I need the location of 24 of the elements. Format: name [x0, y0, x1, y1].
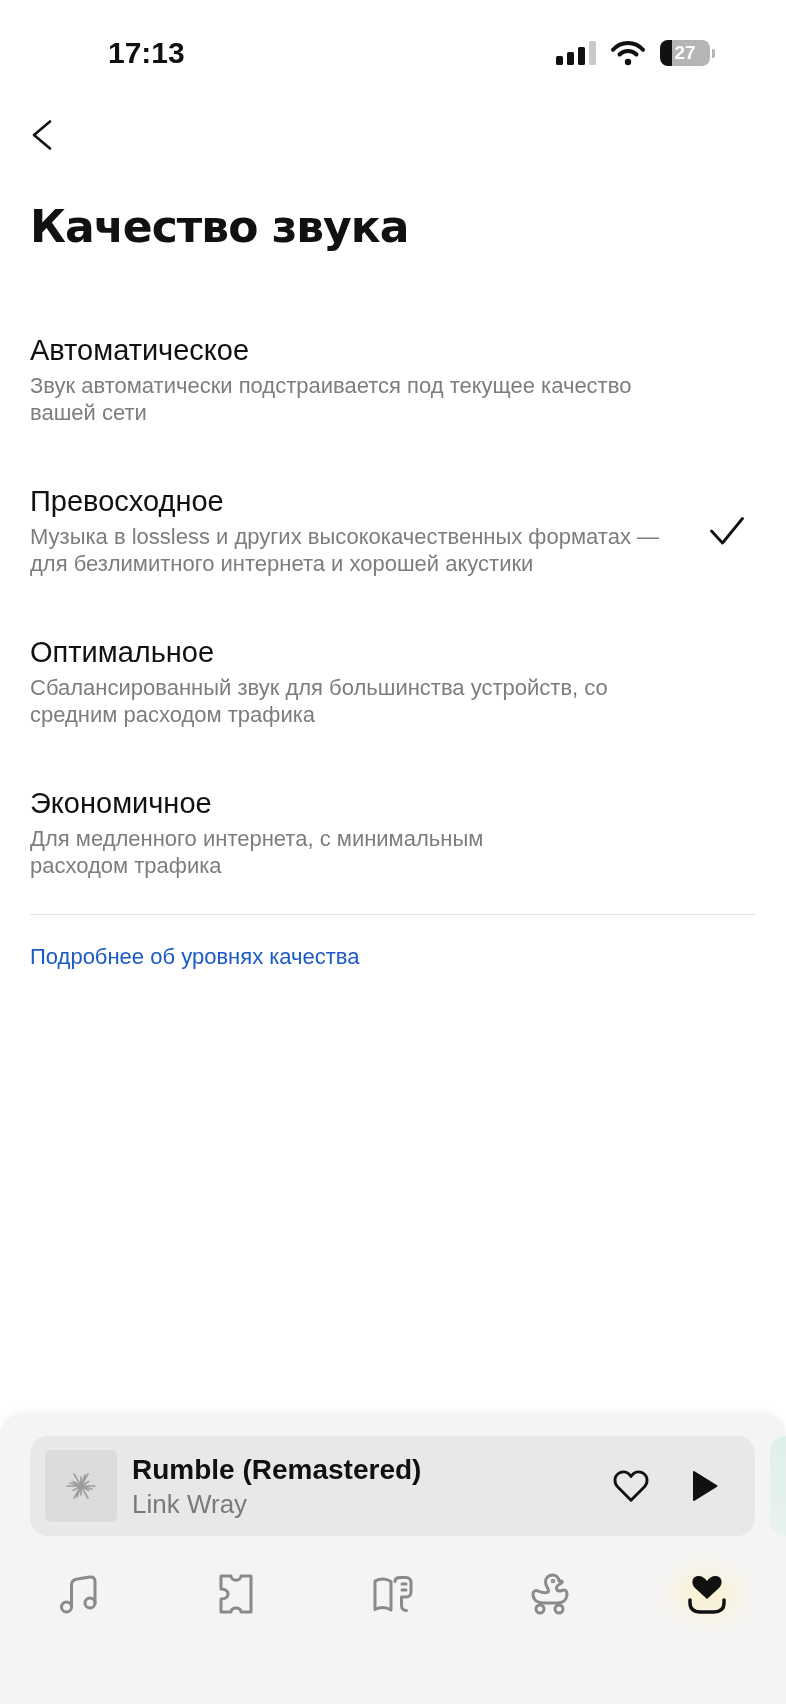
- quality-option[interactable]: Экономичное Для медленного интернета, с минимальным расходом трафика: [30, 786, 756, 879]
- quality-option[interactable]: Автоматическое Звук автоматически подстраивается под текущее качество вашей сети: [30, 333, 756, 426]
- quality-levels-link[interactable]: Подробнее об уровнях качества: [30, 943, 360, 971]
- mini-player[interactable]: Rumble (Remastered) Link Wray: [30, 1436, 755, 1536]
- status-time: 17:13: [108, 35, 185, 71]
- quality-option[interactable]: Превосходное Музыка в lossless и других высококачественных форматах — для безлимитного интернета и хорошей акустики: [30, 484, 756, 577]
- option-description: Для медленного интернета, с минимальным расходом трафика: [30, 825, 484, 879]
- track-artist: Link Wray: [132, 1489, 248, 1519]
- option-description: Сбалансированный звук для большинства устройств, со средним расходом трафика: [30, 674, 608, 728]
- starburst-icon: [66, 1471, 96, 1501]
- option-title: Превосходное: [30, 484, 224, 518]
- chevron-left-icon: [32, 120, 52, 150]
- track-title: Rumble (Remastered): [132, 1453, 422, 1487]
- play-icon: [692, 1470, 718, 1502]
- battery-indicator: 27: [660, 40, 715, 66]
- wifi-icon: [610, 40, 646, 66]
- option-description: Музыка в lossless и других высококачественных форматах — для безлимитного интернета и хорошей акустики: [30, 523, 659, 577]
- option-title: Автоматическое: [30, 333, 250, 367]
- signal-icon: [556, 41, 596, 65]
- option-title: Оптимальное: [30, 635, 215, 669]
- option-description: Звук автоматически подстраивается под текущее качество вашей сети: [30, 372, 632, 426]
- quality-option[interactable]: Оптимальное Сбалансированный звук для большинства устройств, со средним расходом трафика: [30, 635, 756, 728]
- option-title: Экономичное: [30, 786, 212, 820]
- page-title: Качество звука: [30, 200, 409, 254]
